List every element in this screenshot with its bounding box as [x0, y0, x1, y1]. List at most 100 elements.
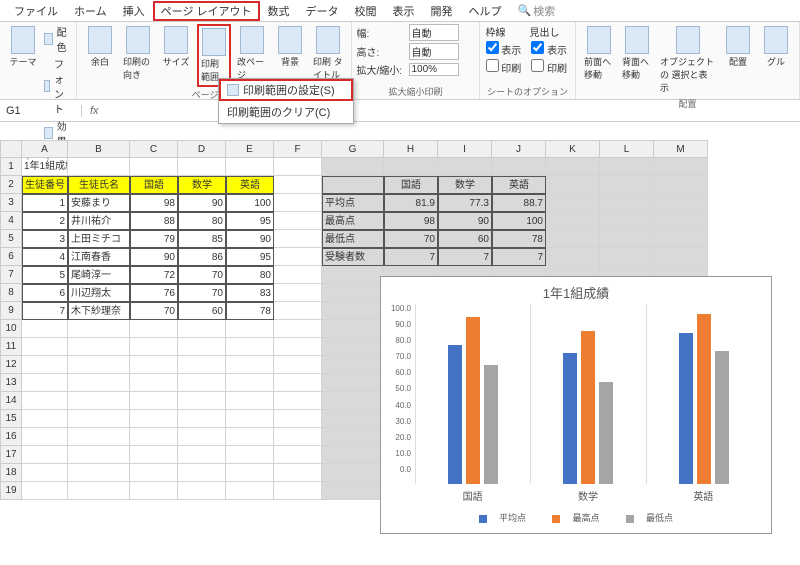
cell[interactable]	[68, 392, 130, 410]
cell[interactable]	[274, 176, 322, 194]
cell[interactable]: 川辺翔太	[68, 284, 130, 302]
cell[interactable]: 86	[178, 248, 226, 266]
row-header[interactable]: 8	[0, 284, 22, 302]
cell[interactable]	[274, 302, 322, 320]
cell[interactable]	[22, 320, 68, 338]
cell[interactable]	[274, 212, 322, 230]
cell[interactable]	[492, 158, 546, 176]
cell[interactable]: 77.3	[438, 194, 492, 212]
cell[interactable]: 4	[22, 248, 68, 266]
cell[interactable]	[274, 482, 322, 500]
cell[interactable]: 70	[178, 266, 226, 284]
cell[interactable]	[68, 158, 130, 176]
cell[interactable]: 最低点	[322, 230, 384, 248]
zoom-input[interactable]: 100%	[409, 63, 459, 76]
cell[interactable]	[226, 392, 274, 410]
colors-button[interactable]: 配色	[44, 24, 70, 54]
print-titles-button[interactable]: 印刷 タイトル	[311, 24, 345, 83]
cell[interactable]	[178, 482, 226, 500]
grid-print-check[interactable]: 印刷	[486, 59, 522, 75]
col-B[interactable]: B	[68, 140, 130, 158]
cell[interactable]	[178, 392, 226, 410]
col-E[interactable]: E	[226, 140, 274, 158]
cell[interactable]	[68, 428, 130, 446]
cell[interactable]	[274, 266, 322, 284]
tab-data[interactable]: データ	[298, 1, 347, 21]
cell[interactable]: 木下紗理奈	[68, 302, 130, 320]
cell[interactable]	[226, 356, 274, 374]
cell[interactable]	[68, 356, 130, 374]
cell[interactable]: 100	[226, 194, 274, 212]
cell[interactable]: 最高点	[322, 212, 384, 230]
row-header[interactable]: 7	[0, 266, 22, 284]
cell[interactable]: 90	[178, 194, 226, 212]
cell[interactable]	[322, 302, 384, 320]
cell[interactable]: 78	[492, 230, 546, 248]
cell[interactable]	[178, 446, 226, 464]
cell[interactable]: 88.7	[492, 194, 546, 212]
cell[interactable]	[130, 464, 178, 482]
cell[interactable]	[322, 338, 384, 356]
cell[interactable]	[322, 374, 384, 392]
cell[interactable]	[600, 212, 654, 230]
fx-icon[interactable]: fx	[82, 105, 107, 117]
cell[interactable]	[274, 428, 322, 446]
cell[interactable]	[322, 356, 384, 374]
tab-review[interactable]: 校閲	[347, 1, 385, 21]
cell[interactable]: 90	[130, 248, 178, 266]
cell[interactable]	[130, 320, 178, 338]
row-header[interactable]: 2	[0, 176, 22, 194]
cell[interactable]	[226, 374, 274, 392]
cell[interactable]: 生徒番号	[22, 176, 68, 194]
cell[interactable]	[546, 194, 600, 212]
cell[interactable]: 英語	[226, 176, 274, 194]
cell[interactable]: 2	[22, 212, 68, 230]
cell[interactable]	[130, 356, 178, 374]
cell[interactable]	[322, 464, 384, 482]
cell[interactable]	[322, 320, 384, 338]
cell[interactable]	[274, 374, 322, 392]
cell[interactable]	[68, 464, 130, 482]
tab-insert[interactable]: 挿入	[115, 1, 153, 21]
row-header[interactable]: 1	[0, 158, 22, 176]
col-C[interactable]: C	[130, 140, 178, 158]
cell[interactable]: 78	[226, 302, 274, 320]
cell[interactable]	[274, 248, 322, 266]
cell[interactable]: 1	[22, 194, 68, 212]
cell[interactable]: 受験者数	[322, 248, 384, 266]
cell[interactable]	[226, 338, 274, 356]
fonts-button[interactable]: フォント	[44, 56, 70, 116]
cell[interactable]	[130, 428, 178, 446]
selection-pane-button[interactable]: オブジェクトの 選択と表示	[658, 24, 717, 96]
cell[interactable]	[274, 410, 322, 428]
cell[interactable]	[654, 212, 708, 230]
cell[interactable]	[22, 338, 68, 356]
cell[interactable]	[22, 464, 68, 482]
cell[interactable]: 数学	[178, 176, 226, 194]
cell[interactable]	[438, 158, 492, 176]
cell[interactable]: 90	[438, 212, 492, 230]
cell[interactable]: 60	[438, 230, 492, 248]
cell[interactable]	[274, 320, 322, 338]
cell[interactable]: 6	[22, 284, 68, 302]
row-header[interactable]: 4	[0, 212, 22, 230]
row-header[interactable]: 18	[0, 464, 22, 482]
cell[interactable]	[130, 410, 178, 428]
cell[interactable]	[178, 428, 226, 446]
col-I[interactable]: I	[438, 140, 492, 158]
cell[interactable]: 80	[178, 212, 226, 230]
cell[interactable]	[178, 356, 226, 374]
col-F[interactable]: F	[274, 140, 322, 158]
row-header[interactable]: 5	[0, 230, 22, 248]
cell[interactable]	[226, 464, 274, 482]
cell[interactable]: 70	[130, 302, 178, 320]
select-all-corner[interactable]	[0, 140, 22, 158]
cell[interactable]	[274, 446, 322, 464]
cell[interactable]	[322, 266, 384, 284]
col-A[interactable]: A	[22, 140, 68, 158]
cell[interactable]: 7	[384, 248, 438, 266]
head-view-check[interactable]: 表示	[531, 41, 567, 57]
cell[interactable]: 井川祐介	[68, 212, 130, 230]
embedded-chart[interactable]: 1年1組成績 100.090.080.070.060.050.040.030.0…	[380, 276, 772, 534]
cell[interactable]: 3	[22, 230, 68, 248]
